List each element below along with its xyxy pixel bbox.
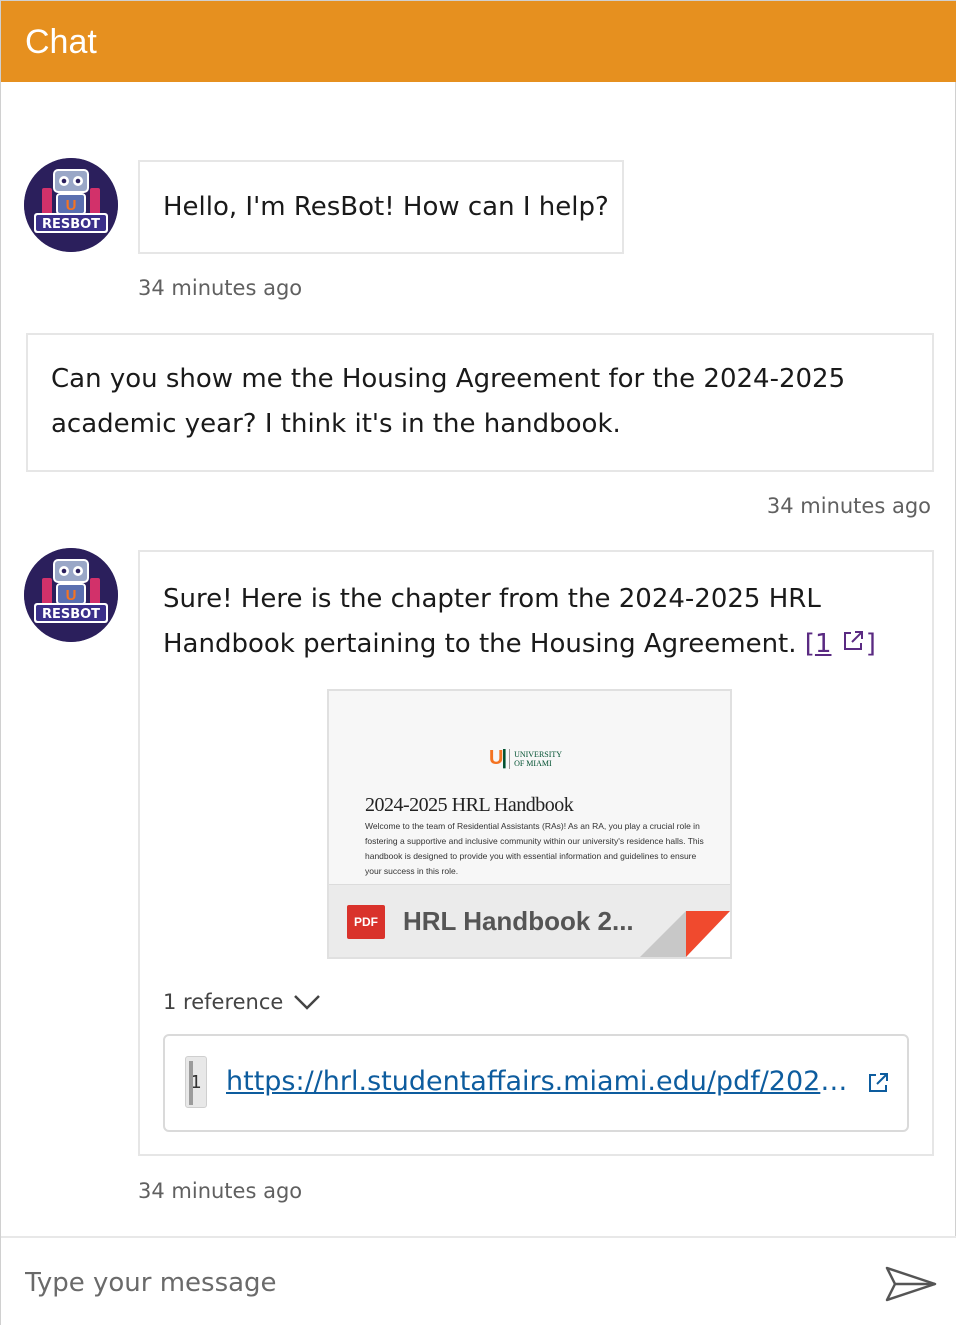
reference-number: 1	[185, 1056, 207, 1108]
logo-line: OF MIAMI	[514, 758, 552, 768]
references-label: 1 reference	[163, 990, 284, 1014]
message-timestamp: 34 minutes ago	[138, 276, 303, 300]
message-line: academic year? I think it's in the handb…	[51, 409, 621, 439]
citation-bracket-close: ]	[865, 629, 876, 659]
logo-line: UNIVERSITY	[514, 749, 563, 759]
reference-card: 1 https://hrl.studentaffairs.miami.edu/p…	[163, 1034, 909, 1132]
university-logo: U| UNIVERSITY OF MIAMI	[489, 747, 562, 770]
message-text: Can you show me the Housing Agreement fo…	[51, 357, 845, 447]
bot-avatar: U RESBOT	[24, 548, 118, 642]
svg-text:U: U	[66, 587, 77, 604]
message-line: Can you show me the Housing Agreement fo…	[51, 364, 846, 394]
chevron-down-icon	[294, 995, 321, 1010]
preview-title: 2024-2025 HRL Handbook	[365, 794, 574, 816]
citation-bracket-open: [	[804, 629, 815, 659]
message-input[interactable]	[25, 1262, 845, 1304]
message-line-text: Handbook pertaining to the Housing Agree…	[163, 629, 797, 659]
page-curl-icon	[640, 911, 730, 957]
logo-text: UNIVERSITY OF MIAMI	[514, 750, 562, 768]
um-logo-icon: U|	[489, 747, 507, 769]
references-toggle[interactable]: 1 reference	[163, 987, 321, 1017]
header-title: Chat	[25, 23, 97, 61]
document-preview: U| UNIVERSITY OF MIAMI 2024-2025 HRL Han…	[329, 691, 730, 884]
logo-divider	[509, 748, 511, 769]
message-line: Handbook pertaining to the Housing Agree…	[163, 622, 876, 667]
attachment-name: HRL Handbook 2...	[403, 906, 634, 936]
svg-text:RESBOT: RESBOT	[42, 607, 100, 622]
preview-body: Welcome to the team of Residential Assis…	[365, 821, 704, 876]
pdf-attachment-card[interactable]: U| UNIVERSITY OF MIAMI 2024-2025 HRL Han…	[327, 689, 732, 959]
attachment-footer: PDF HRL Handbook 2...	[329, 884, 730, 957]
user-message-bubble: Can you show me the Housing Agreement fo…	[26, 333, 934, 472]
pdf-file-icon: PDF	[347, 905, 385, 939]
message-timestamp: 34 minutes ago	[766, 494, 931, 518]
bot-avatar: U RESBOT	[24, 158, 118, 252]
send-icon[interactable]	[883, 1264, 939, 1304]
robot-icon: U RESBOT	[24, 548, 118, 642]
chat-window: Chat U RESBOT Hello, I'm ResBot! How can…	[0, 0, 956, 1325]
external-link-icon[interactable]	[865, 1070, 891, 1096]
bot-message-bubble: Hello, I'm ResBot! How can I help?	[138, 160, 624, 254]
chat-header: Chat	[1, 1, 956, 82]
message-line: Sure! Here is the chapter from the 2024-…	[163, 584, 821, 614]
reference-link[interactable]: https://hrl.studentaffairs.miami.edu/pdf…	[226, 1064, 850, 1100]
external-link-icon[interactable]	[840, 628, 866, 654]
message-text: Sure! Here is the chapter from the 2024-…	[163, 577, 876, 667]
robot-icon: U RESBOT	[24, 158, 118, 252]
svg-text:RESBOT: RESBOT	[42, 217, 100, 232]
citation-link[interactable]: 1	[815, 629, 832, 659]
message-timestamp: 34 minutes ago	[138, 1179, 303, 1203]
svg-text:U: U	[66, 197, 77, 214]
message-text: Hello, I'm ResBot! How can I help?	[163, 192, 609, 222]
message-composer	[1, 1236, 956, 1325]
